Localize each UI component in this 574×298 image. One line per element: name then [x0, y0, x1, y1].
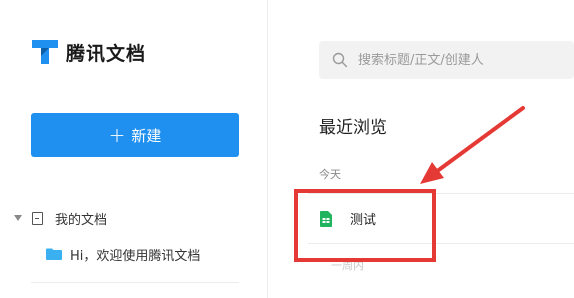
caret-down-icon[interactable]	[14, 215, 22, 221]
document-icon	[32, 211, 43, 225]
search-input[interactable]	[358, 52, 558, 68]
new-document-button[interactable]: + 新建	[31, 113, 239, 157]
brand-name: 腾讯文档	[66, 42, 147, 65]
folder-icon	[46, 248, 62, 260]
new-button-label: 新建	[131, 126, 162, 145]
recent-title: 最近浏览	[319, 118, 387, 138]
search-bar[interactable]	[319, 41, 574, 79]
search-icon	[332, 52, 348, 68]
sidebar-item-my-docs[interactable]: 我的文档	[14, 208, 107, 228]
plus-icon: +	[108, 123, 126, 147]
logo[interactable]: 腾讯文档	[30, 38, 146, 66]
divider	[31, 282, 239, 283]
annotation-highlight-box	[294, 189, 436, 262]
my-docs-label: 我的文档	[55, 212, 108, 228]
welcome-doc-label: Hi，欢迎使用腾讯文档	[70, 248, 201, 264]
tencent-docs-logo-icon	[32, 40, 58, 64]
sidebar: 腾讯文档 + 新建 我的文档 Hi，欢迎使用腾讯文档	[0, 0, 268, 298]
sidebar-item-welcome-doc[interactable]: Hi，欢迎使用腾讯文档	[46, 244, 200, 264]
group-label-today: 今天	[319, 168, 341, 181]
